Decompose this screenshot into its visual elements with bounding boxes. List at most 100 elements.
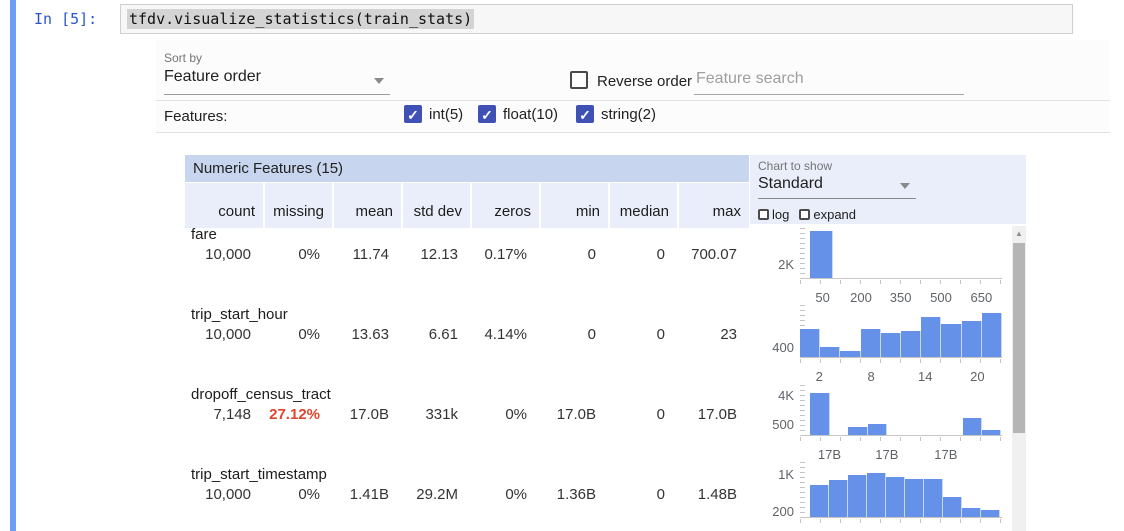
col-header-mean: mean (334, 183, 401, 228)
x-axis-label: 14 (918, 369, 932, 384)
stat-min: 0 (541, 246, 608, 263)
expand-checkbox[interactable] (799, 209, 810, 220)
x-axis-label: 200 (850, 290, 872, 305)
stat-min: 1.36B (541, 486, 608, 503)
x-axis-labels: 50200350500650 (800, 290, 1002, 306)
charts-scrollbar[interactable]: ▲ (1012, 226, 1026, 531)
filter-float[interactable]: ✓ float(10) (478, 105, 558, 123)
stat-max: 1.48B (679, 486, 749, 503)
code-text[interactable]: tfdv.visualize_statistics(train_stats) (127, 9, 474, 29)
histogram-bar (982, 313, 1002, 357)
chevron-down-icon (374, 78, 384, 84)
histogram-bar (901, 331, 921, 357)
histogram-fare: 2K50200350500650 (750, 228, 1010, 302)
feature-name: trip_start_timestamp (185, 466, 749, 486)
filter-int[interactable]: ✓ int(5) (404, 105, 463, 123)
chart-type-value: Standard (758, 175, 823, 192)
stat-missing: 0% (265, 326, 332, 343)
scrollbar-thumb[interactable] (1013, 243, 1025, 433)
histogram-bar (840, 351, 860, 357)
histogram-bar (868, 424, 887, 435)
stat-max: 23 (679, 326, 749, 343)
x-axis-label: 50 (815, 290, 829, 305)
histogram-bar (848, 427, 867, 435)
code-cell[interactable]: tfdv.visualize_statistics(train_stats) (120, 4, 1073, 34)
stat-stddev: 6.61 (403, 326, 470, 343)
col-header-zeros: zeros (472, 183, 539, 228)
chart-controls-panel: Chart to show Standard log expand (750, 155, 1026, 224)
tfdv-controls: Sort by Feature order Reverse order Feat… (156, 40, 1110, 132)
histogram-bar (886, 477, 905, 517)
log-label: log (772, 207, 789, 222)
string-checkbox[interactable]: ✓ (576, 105, 594, 123)
histogram-bar (881, 333, 901, 357)
stat-median: 0 (610, 326, 677, 343)
features-label: Features: (164, 108, 227, 125)
histogram-bar (962, 321, 982, 357)
stat-missing: 27.12% (265, 406, 332, 423)
filter-string[interactable]: ✓ string(2) (576, 105, 656, 123)
y-axis-label: 2K (750, 257, 794, 272)
stat-stddev: 29.2M (403, 486, 470, 503)
x-axis-label: 500 (930, 290, 952, 305)
chevron-down-icon (900, 183, 910, 189)
x-axis-label: 350 (890, 290, 912, 305)
histogram-bar (981, 510, 1000, 517)
feature-type-row: Features: ✓ int(5) ✓ float(10) ✓ string(… (156, 101, 1110, 133)
x-axis-ticks (800, 437, 1002, 441)
log-checkbox[interactable] (758, 209, 769, 220)
sort-by-value: Feature order (164, 68, 261, 85)
stat-missing: 0% (265, 246, 332, 263)
stat-mean: 11.74 (334, 246, 401, 263)
stat-min: 17.0B (541, 406, 608, 423)
scroll-up-arrow-icon[interactable]: ▲ (1012, 228, 1026, 240)
stat-median: 0 (610, 406, 677, 423)
stat-missing: 0% (265, 486, 332, 503)
log-toggle[interactable]: log (758, 207, 789, 222)
int-label: int(5) (429, 106, 463, 123)
col-header-max: max (679, 183, 749, 228)
x-axis-label: 17B (875, 447, 898, 462)
stat-count: 10,000 (185, 246, 263, 263)
x-axis-label: 17B (934, 447, 957, 462)
sort-by-dropdown[interactable]: Feature order (164, 68, 390, 95)
chart-type-dropdown[interactable]: Standard (758, 175, 916, 199)
stat-zeros: 4.14% (472, 326, 539, 343)
histogram-bar (848, 475, 867, 517)
stat-mean: 1.41B (334, 486, 401, 503)
y-axis-label: 400 (750, 340, 794, 355)
histogram-bar (861, 329, 881, 357)
histogram-bar (867, 473, 886, 517)
reverse-order-label: Reverse order (597, 73, 692, 90)
col-header-missing: missing (265, 183, 332, 228)
float-checkbox[interactable]: ✓ (478, 105, 496, 123)
x-axis-label: 8 (867, 369, 874, 384)
histogram-plot (800, 462, 1002, 518)
stat-median: 0 (610, 486, 677, 503)
int-checkbox[interactable]: ✓ (404, 105, 422, 123)
stat-min: 0 (541, 326, 608, 343)
table-row: dropoff_census_tract 7,148 27.12% 17.0B … (185, 386, 749, 423)
histogram-bar (941, 324, 961, 357)
table-row: trip_start_hour 10,000 0% 13.63 6.61 4.1… (185, 306, 749, 343)
stat-stddev: 12.13 (403, 246, 470, 263)
y-axis-label: 200 (750, 504, 794, 519)
cell-prompt: In [5]: (34, 10, 97, 28)
feature-search-input[interactable] (694, 68, 964, 95)
stat-max: 700.07 (679, 246, 749, 263)
histogram-bar (921, 317, 941, 357)
expand-toggle[interactable]: expand (799, 207, 856, 222)
chart-to-show-label: Chart to show (758, 159, 832, 173)
expand-label: expand (813, 207, 856, 222)
reverse-order-checkbox[interactable] (570, 71, 588, 89)
histogram-bar (905, 479, 924, 517)
feature-name: trip_start_hour (185, 306, 749, 326)
histogram-plot (800, 305, 1002, 358)
stat-count: 10,000 (185, 326, 263, 343)
stat-zeros: 0% (472, 486, 539, 503)
stat-mean: 17.0B (334, 406, 401, 423)
histogram-bar (982, 430, 1001, 435)
histogram-dropoff-census-tract: 4K50017B17B17B (750, 385, 1010, 465)
x-axis-labels: 281420 (800, 369, 1002, 385)
col-header-stddev: std dev (403, 183, 470, 228)
